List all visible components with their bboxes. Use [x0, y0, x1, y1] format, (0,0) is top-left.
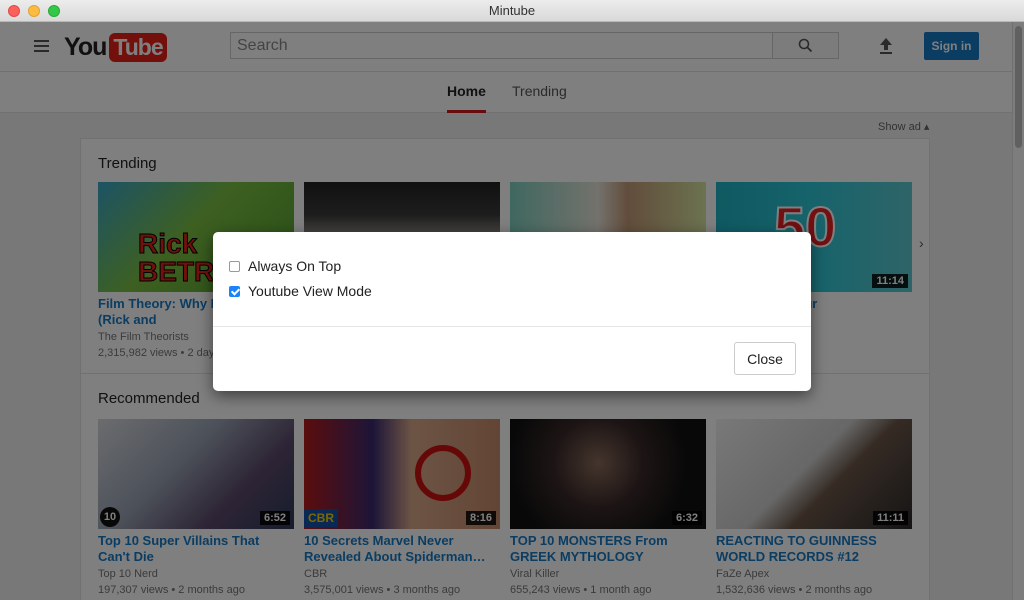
youtube-view-mode-checkbox[interactable]	[229, 285, 240, 297]
dialog-divider	[213, 326, 811, 327]
youtube-view-mode-option[interactable]: Youtube View Mode	[229, 283, 372, 299]
youtube-view-mode-label[interactable]: Youtube View Mode	[248, 283, 372, 299]
always-on-top-checkbox[interactable]	[229, 260, 240, 272]
always-on-top-option[interactable]: Always On Top	[229, 258, 341, 274]
always-on-top-label[interactable]: Always On Top	[248, 258, 341, 274]
settings-dialog: Always On Top Youtube View Mode Close	[213, 232, 811, 391]
window-title: Mintube	[488, 3, 536, 18]
close-button[interactable]: Close	[734, 342, 796, 375]
window-titlebar: Mintube	[0, 0, 1024, 22]
